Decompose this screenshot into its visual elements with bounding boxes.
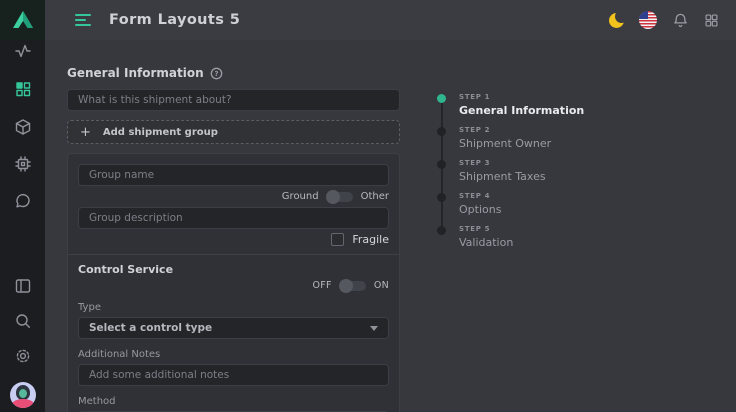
ground-other-toggle[interactable]: [327, 192, 353, 202]
fragile-checkbox[interactable]: [331, 233, 344, 246]
step-label: STEP 4: [459, 192, 501, 200]
step-label: STEP 1: [459, 93, 584, 101]
activity-icon: [14, 42, 32, 60]
type-label: Type: [78, 302, 389, 313]
add-group-label: Add shipment group: [103, 127, 218, 138]
svg-text:?: ?: [214, 69, 218, 77]
step-title: General Information: [459, 104, 584, 117]
step-3-shipment-taxes[interactable]: STEP 3 Shipment Taxes: [437, 159, 657, 192]
step-dot: [437, 160, 446, 169]
group-description-input[interactable]: [78, 207, 389, 229]
additional-notes-input[interactable]: [78, 364, 389, 386]
step-title: Shipment Taxes: [459, 170, 546, 183]
chevron-down-icon: [370, 326, 378, 331]
step-4-options[interactable]: STEP 4 Options: [437, 192, 657, 225]
card-divider: [68, 254, 399, 255]
ground-other-toggle-row: Ground Other: [78, 190, 389, 203]
form-column: General Information ? + Add shipment gro…: [67, 66, 400, 412]
language-us-flag-icon[interactable]: [639, 11, 657, 29]
avatar-face: [19, 389, 27, 398]
user-avatar[interactable]: [10, 382, 36, 408]
step-dot: [437, 94, 446, 103]
grid-icon: [14, 80, 32, 98]
control-type-value: Select a control type: [89, 322, 212, 334]
bell-icon: [672, 12, 689, 29]
gear-icon: [14, 347, 32, 365]
step-1-general-information[interactable]: STEP 1 General Information: [437, 93, 657, 126]
fragile-label: Fragile: [352, 233, 389, 246]
method-label: Method: [78, 396, 389, 407]
sidebar-item-dashboard[interactable]: [0, 79, 45, 99]
off-on-toggle-row: OFF ON: [78, 279, 389, 292]
step-label: STEP 3: [459, 159, 546, 167]
chat-icon: [14, 192, 32, 210]
sidebar-item-search[interactable]: [0, 311, 45, 331]
step-title: Shipment Owner: [459, 137, 551, 150]
logo[interactable]: [0, 0, 45, 40]
notifications-button[interactable]: [672, 12, 689, 29]
help-icon[interactable]: ?: [210, 67, 223, 80]
form-stepper: STEP 1 General Information STEP 2 Shipme…: [437, 93, 657, 258]
page-title: Form Layouts 5: [109, 12, 240, 28]
header-bar: Form Layouts 5: [45, 0, 736, 40]
apps-menu-button[interactable]: [704, 13, 719, 28]
logo-triangle-icon: [11, 9, 35, 31]
off-on-toggle[interactable]: [340, 281, 366, 291]
add-shipment-group-button[interactable]: + Add shipment group: [67, 120, 400, 144]
control-service-label: Control Service: [78, 263, 389, 276]
layout-icon: [14, 277, 32, 295]
sidebar-item-settings[interactable]: [0, 346, 45, 366]
chip-icon: [14, 155, 32, 173]
step-dot: [437, 127, 446, 136]
avatar-shirt: [11, 399, 35, 408]
group-name-input[interactable]: [78, 164, 389, 186]
sidebar-item-package[interactable]: [0, 117, 45, 137]
plus-icon: +: [80, 126, 91, 139]
step-dot: [437, 226, 446, 235]
notes-label: Additional Notes: [78, 349, 389, 360]
control-type-select[interactable]: Select a control type: [78, 317, 389, 339]
shipment-group-card: Ground Other Fragile Control Service OFF…: [67, 153, 400, 412]
app-root: Form Layouts 5: [0, 0, 736, 412]
section-heading: General Information ?: [67, 66, 400, 80]
app-grid-icon: [704, 13, 719, 28]
sidebar: [0, 0, 45, 412]
header-actions: [609, 11, 736, 29]
sidebar-item-activity[interactable]: [0, 41, 45, 61]
fragile-row: Fragile: [78, 233, 389, 246]
search-icon: [14, 312, 32, 330]
main-content: General Information ? + Add shipment gro…: [45, 40, 736, 412]
step-2-shipment-owner[interactable]: STEP 2 Shipment Owner: [437, 126, 657, 159]
menu-toggle-button[interactable]: [75, 14, 92, 26]
theme-toggle-moon-icon[interactable]: [609, 13, 624, 28]
sidebar-item-chip[interactable]: [0, 154, 45, 174]
step-title: Validation: [459, 236, 513, 249]
step-5-validation[interactable]: STEP 5 Validation: [437, 225, 657, 258]
sidebar-item-layout-toggle[interactable]: [0, 276, 45, 296]
package-icon: [14, 118, 32, 136]
section-title: General Information: [67, 66, 204, 80]
other-label: Other: [361, 191, 389, 202]
step-title: Options: [459, 203, 501, 216]
sidebar-item-chat[interactable]: [0, 191, 45, 211]
off-label: OFF: [313, 280, 332, 291]
flag-canton: [639, 11, 648, 19]
step-dot: [437, 193, 446, 202]
step-label: STEP 5: [459, 225, 513, 233]
step-label: STEP 2: [459, 126, 551, 134]
on-label: ON: [374, 280, 389, 291]
shipment-about-input[interactable]: [67, 89, 400, 111]
ground-label: Ground: [282, 191, 319, 202]
